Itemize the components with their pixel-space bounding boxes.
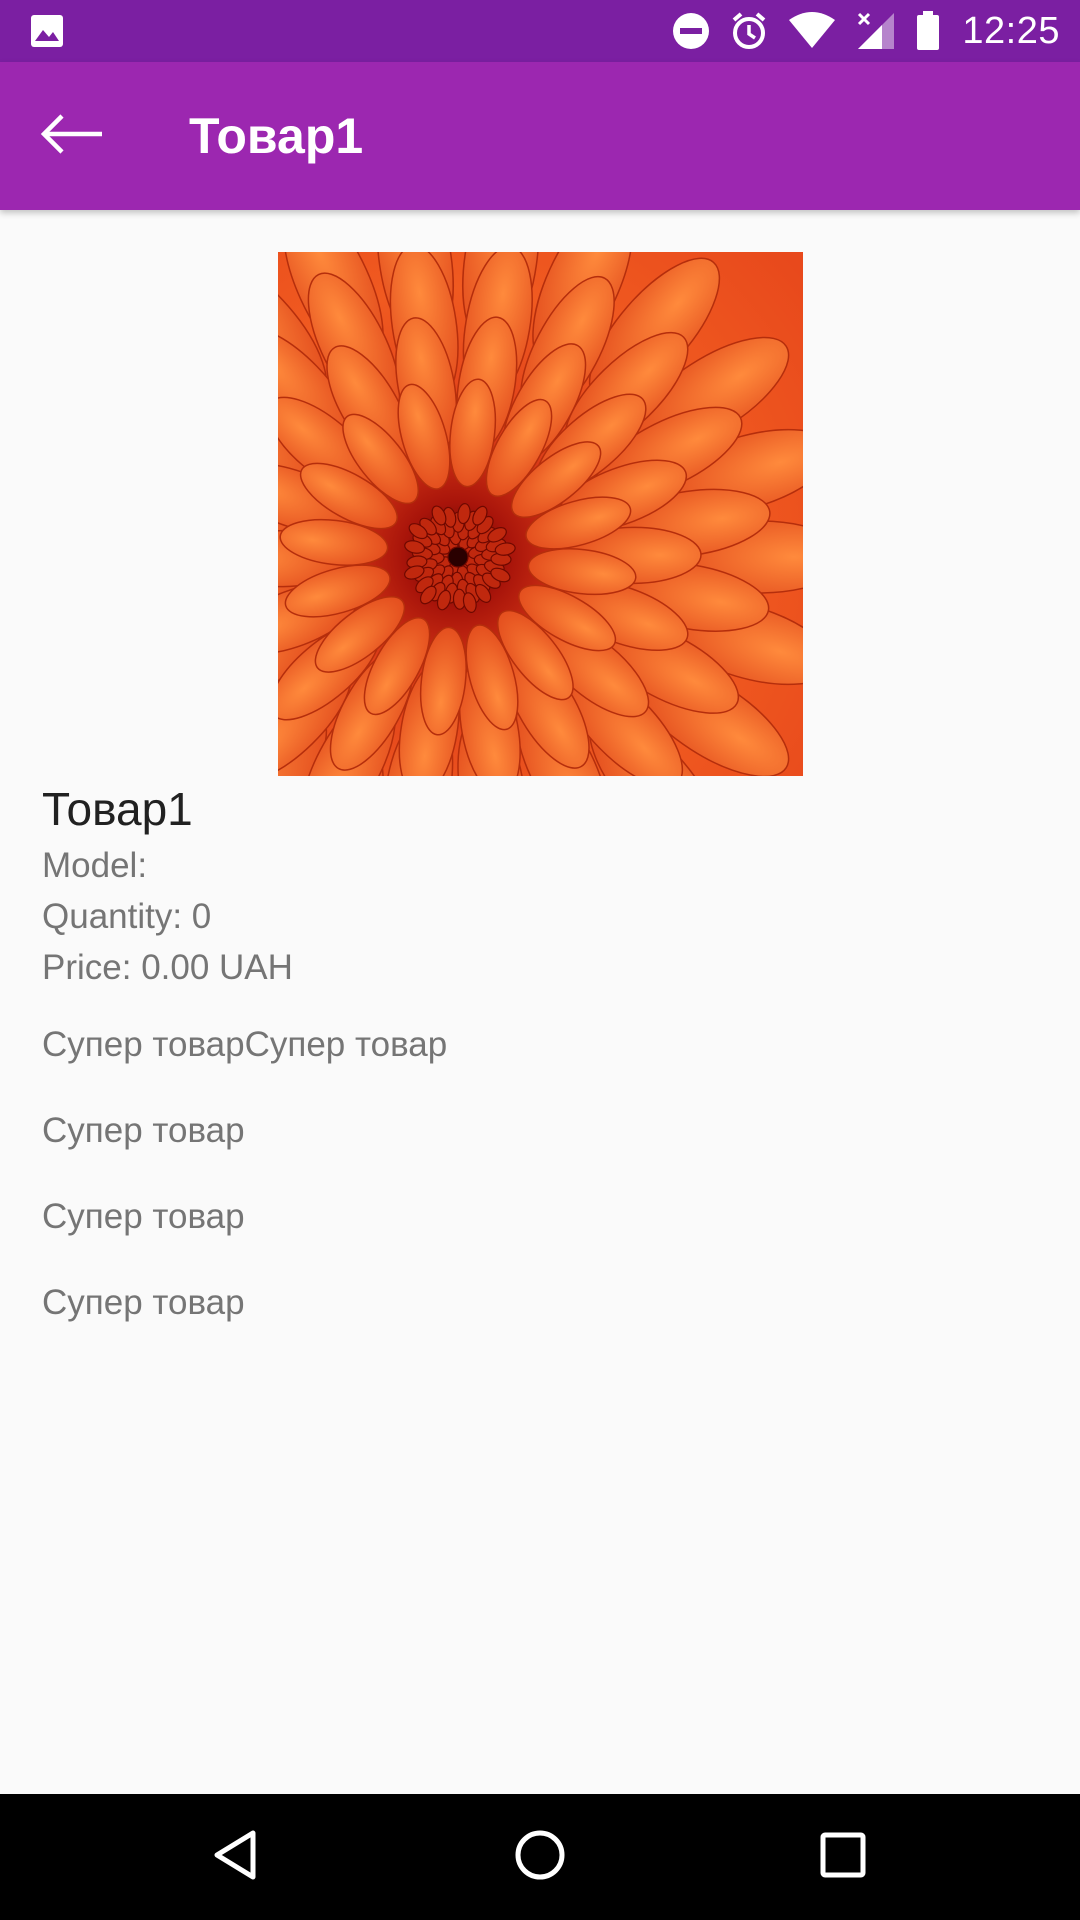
product-model: Model: xyxy=(42,846,148,885)
recents-square-icon xyxy=(820,1832,866,1883)
do-not-disturb-icon xyxy=(672,12,710,50)
nav-back-button[interactable] xyxy=(200,1822,270,1892)
battery-icon xyxy=(916,11,940,51)
product-name: Товар1 xyxy=(42,783,193,835)
home-circle-icon xyxy=(514,1829,566,1886)
signal-icon xyxy=(856,11,896,51)
page-title: Товар1 xyxy=(189,108,364,164)
back-triangle-icon xyxy=(211,1829,259,1886)
description-line-3: Супер товар xyxy=(42,1197,245,1236)
navigation-bar xyxy=(0,1794,1080,1920)
product-content: Товар1 Model: Quantity: 0 Price: 0.00 UA… xyxy=(0,210,1080,1794)
nav-home-button[interactable] xyxy=(505,1822,575,1892)
product-quantity: Quantity: 0 xyxy=(42,897,212,936)
nav-recents-button[interactable] xyxy=(808,1822,878,1892)
product-price: Price: 0.00 UAH xyxy=(42,948,293,987)
arrow-back-icon xyxy=(40,113,104,159)
alarm-icon xyxy=(730,11,768,51)
description-line-2: Супер товар xyxy=(42,1111,245,1150)
wifi-icon xyxy=(788,12,836,50)
description-line-4: Супер товар xyxy=(42,1283,245,1322)
back-button[interactable] xyxy=(22,92,122,180)
status-bar: 12:25 xyxy=(0,0,1080,62)
product-image-pager[interactable] xyxy=(278,252,803,776)
app-bar: Товар1 xyxy=(0,62,1080,210)
status-time: 12:25 xyxy=(962,9,1060,52)
description-line-1: Супер товарСупер товар xyxy=(42,1025,448,1064)
product-image xyxy=(278,252,803,776)
gallery-icon xyxy=(30,14,64,48)
